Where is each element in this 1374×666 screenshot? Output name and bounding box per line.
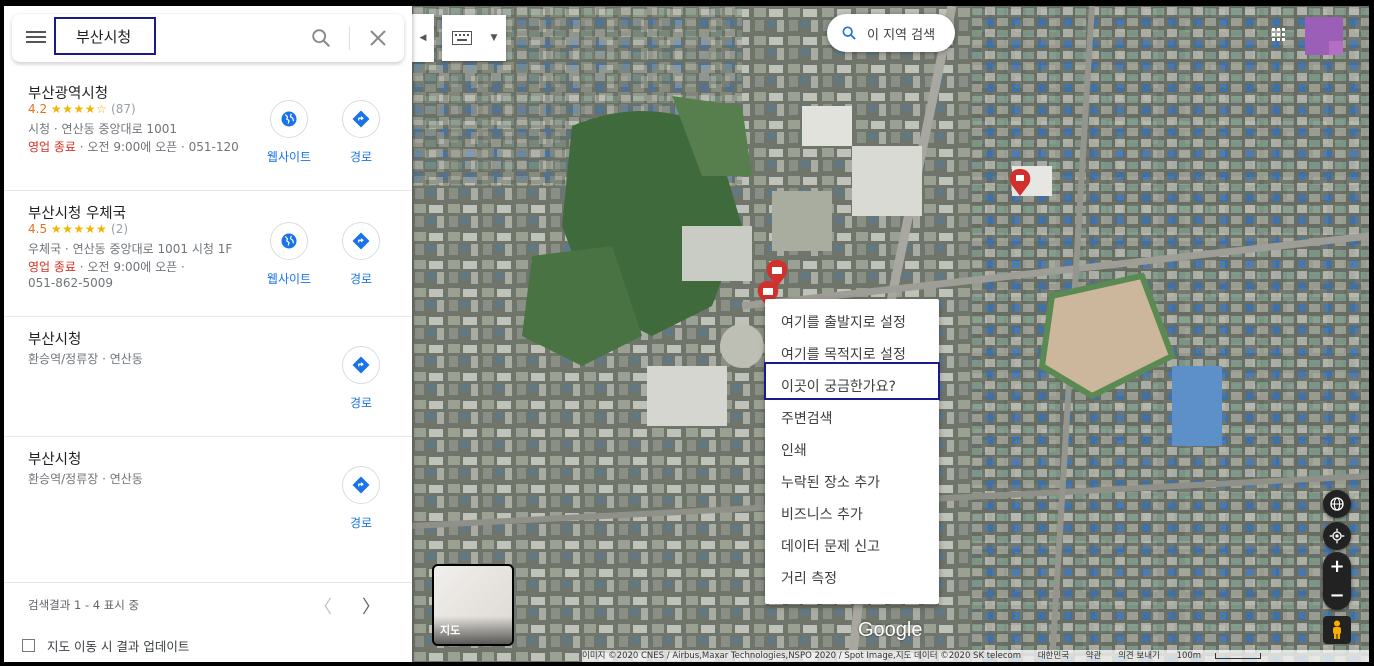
zoom-in-button[interactable]: + [1323,552,1351,581]
menu-item-print[interactable]: 인쇄 [781,440,807,460]
avatar[interactable] [1305,17,1343,55]
satellite-map[interactable]: ◀ ▼ 이 지역 검색 여기를 출발지로 설정 여기를 목적지로 설정 이곳이 … [412,6,1369,662]
directions-button[interactable]: 경로 [329,466,393,531]
update-on-move-row: 지도 이동 시 결과 업데이트 [22,636,189,655]
menu-item-set-destination[interactable]: 여기를 목적지로 설정 [781,344,906,364]
menu-item-set-origin[interactable]: 여기를 출발지로 설정 [781,312,906,332]
list-item[interactable]: 부산시청 환승역/정류장 · 연산동 경로 [4,436,412,556]
update-on-move-label: 지도 이동 시 결과 업데이트 [47,639,190,654]
layer-switcher[interactable]: 지도 [432,564,514,646]
menu-item-search-nearby[interactable]: 주변검색 [781,408,833,428]
rating-stars: ★★★★☆ [50,102,108,116]
result-title[interactable]: 부산시청 [28,448,81,469]
menu-item-measure-distance[interactable]: 거리 측정 [781,568,837,588]
search-divider [349,26,350,50]
directions-icon [352,476,370,494]
rating-stars: ★★★★★ [50,222,108,236]
result-rating: 4.2 ★★★★☆ (87) [28,102,136,116]
website-button[interactable]: 웹사이트 [257,222,321,287]
directions-button[interactable]: 경로 [329,100,393,165]
apps-grid-icon[interactable] [1272,28,1286,42]
country-link[interactable]: 대한민국 [1038,651,1069,661]
menu-item-whats-here[interactable]: 이곳이 궁금한가요? [781,376,896,396]
scale-bar [1215,652,1262,659]
keyboard-icon[interactable] [442,15,482,61]
result-title[interactable]: 부산시청 [28,328,81,349]
pagination: 검색결과 1 - 4 표시 중 〈 〉 [4,582,412,625]
menu-item-add-business[interactable]: 비즈니스 추가 [781,504,863,524]
directions-icon [352,110,370,128]
globe-icon [281,233,297,249]
imagery-credit: 이미지 ©2020 CNES / Airbus,Maxar Technologi… [582,651,1022,661]
search-this-area-button[interactable]: 이 지역 검색 [827,14,955,52]
result-hours: 영업 종료 · 오전 9:00에 오픈 · 051-120 [28,140,239,154]
result-address: 시청 · 연산동 중앙대로 1001 [28,122,177,136]
directions-icon [352,232,370,250]
status-badge: 영업 종료 [28,260,76,274]
zoom-out-button[interactable]: − [1323,581,1351,610]
list-item[interactable]: 부산광역시청 4.2 ★★★★☆ (87) 시청 · 연산동 중앙대로 1001… [4,70,412,191]
google-logo: Google [858,619,923,641]
close-icon[interactable] [366,26,390,50]
search-icon [842,26,856,40]
results-panel: 부산시청 부산광역시청 4.2 ★★★★☆ (87) 시청 · 연산동 중앙대로… [4,6,412,662]
terms-link[interactable]: 약관 [1086,651,1102,661]
search-bar: 부산시청 [12,14,404,62]
menu-icon[interactable] [26,28,46,48]
context-menu: 여기를 출발지로 설정 여기를 목적지로 설정 이곳이 궁금한가요? 주변검색 … [764,299,940,604]
layer-label: 지도 [440,624,461,637]
layers-globe-icon [1330,497,1344,511]
attribution-bar: 이미지 ©2020 CNES / Airbus,Maxar Technologi… [582,650,1369,662]
scale-label[interactable]: 100m [1177,651,1202,661]
directions-button[interactable]: 경로 [329,222,393,287]
globe-icon [281,111,297,127]
list-item[interactable]: 부산시청 환승역/정류장 · 연산동 경로 [4,316,412,437]
menu-item-add-missing-place[interactable]: 누락된 장소 추가 [781,472,880,492]
directions-icon [352,356,370,374]
collapse-panel-button[interactable]: ◀ [412,14,434,62]
result-title[interactable]: 부산광역시청 [28,82,108,103]
my-location-button[interactable] [1323,522,1351,550]
search-icon[interactable] [310,27,332,49]
search-input[interactable]: 부산시청 [54,17,156,55]
chevron-down-icon[interactable]: ▼ [482,15,506,61]
pagination-text: 검색결과 1 - 4 표시 중 [28,598,140,612]
result-address: 환승역/정류장 · 연산동 [28,472,143,486]
result-address: 환승역/정류장 · 연산동 [28,352,143,366]
result-rating: 4.5 ★★★★★ (2) [28,222,129,236]
directions-button[interactable]: 경로 [329,346,393,411]
result-title[interactable]: 부산시청 우체국 [28,202,126,223]
result-hours: 영업 종료 · 오전 9:00에 오픈 · [28,260,185,274]
result-address: 우체국 · 연산동 중앙대로 1001 시청 1F [28,242,233,256]
my-location-icon [1329,528,1345,544]
status-badge: 영업 종료 [28,140,76,154]
pegman-icon[interactable] [1323,616,1351,644]
app-frame: 부산시청 부산광역시청 4.2 ★★★★☆ (87) 시청 · 연산동 중앙대로… [4,6,1369,662]
input-tools: ▼ [442,15,506,61]
prev-page-button[interactable]: 〈 [314,593,332,619]
update-on-move-checkbox[interactable] [22,639,35,652]
next-page-button[interactable]: 〉 [362,593,380,619]
zoom-controls: + − [1323,552,1351,610]
list-item[interactable]: 부산시청 우체국 4.5 ★★★★★ (2) 우체국 · 연산동 중앙대로 10… [4,190,412,317]
feedback-link[interactable]: 의견 보내기 [1118,651,1160,661]
result-phone: 051-862-5009 [28,276,114,290]
globe-view-button[interactable] [1323,490,1351,518]
menu-item-report-data-problem[interactable]: 데이터 문제 신고 [781,536,880,556]
website-button[interactable]: 웹사이트 [257,100,321,165]
